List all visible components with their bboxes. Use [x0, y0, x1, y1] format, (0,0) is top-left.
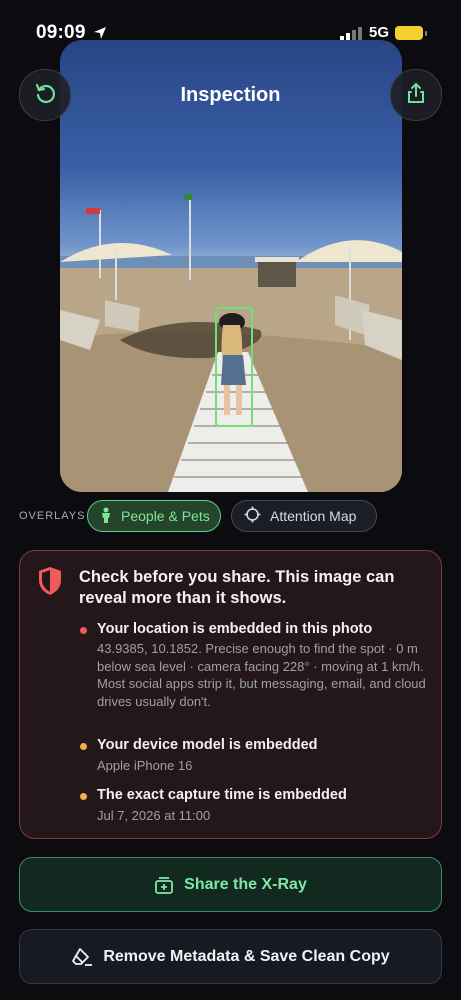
- time-risk-dot: [80, 793, 87, 800]
- remove-metadata-label: Remove Metadata & Save Clean Copy: [103, 947, 390, 965]
- device-item-text: Apple iPhone 16: [97, 758, 193, 773]
- overlays-label: OVERLAYS: [19, 510, 86, 522]
- back-button[interactable]: [19, 69, 71, 121]
- time-item-text: Jul 7, 2026 at 11:00: [97, 808, 211, 823]
- people-pets-label: People & Pets: [121, 508, 210, 524]
- attention-map-label: Attention Map: [270, 508, 357, 524]
- beach-photo-illustration: [60, 194, 402, 492]
- time-item-title: The exact capture time is embedded: [97, 787, 347, 803]
- warning-title: Check before you share. This image can r…: [79, 568, 395, 607]
- share-button[interactable]: [390, 69, 442, 121]
- attention-map-chip[interactable]: Attention Map: [231, 500, 377, 532]
- location-risk-dot: [80, 627, 87, 634]
- device-item-title: Your device model is embedded: [97, 737, 318, 753]
- shield-icon: [37, 566, 63, 601]
- location-item-title: Your location is embedded in this photo: [97, 621, 373, 637]
- network-type: 5G: [369, 24, 390, 41]
- page-title: Inspection: [180, 84, 281, 106]
- remove-metadata-button[interactable]: Remove Metadata & Save Clean Copy: [19, 929, 442, 984]
- battery-icon: [395, 26, 423, 40]
- device-risk-dot: [80, 743, 87, 750]
- person-icon: [100, 507, 112, 526]
- crosshair-icon: [244, 506, 261, 526]
- photo-preview[interactable]: [60, 40, 402, 492]
- share-icon: [404, 81, 428, 110]
- eraser-icon: [71, 947, 93, 967]
- share-xray-label: Share the X-Ray: [184, 875, 307, 893]
- xray-share-icon: [154, 875, 174, 895]
- share-xray-button[interactable]: Share the X-Ray: [19, 857, 442, 912]
- people-pets-chip[interactable]: People & Pets: [87, 500, 221, 532]
- location-item-text: 43.9385, 10.1852. Precise enough to find…: [97, 641, 426, 709]
- refresh-back-icon: [33, 81, 57, 110]
